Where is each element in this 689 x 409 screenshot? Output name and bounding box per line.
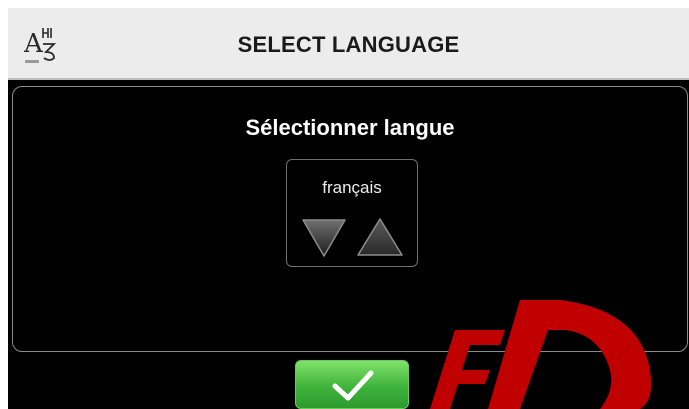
page-title: SELECT LANGUAGE bbox=[237, 32, 460, 57]
language-selector: français bbox=[286, 159, 418, 267]
triangle-up-icon bbox=[357, 218, 403, 256]
triangle-down-icon bbox=[302, 219, 346, 257]
confirm-button[interactable] bbox=[295, 360, 409, 409]
checkmark-icon bbox=[332, 370, 374, 401]
device-screen: A SELECT LANGUAGE Sélectionner langue fr… bbox=[8, 8, 689, 409]
selected-language: français bbox=[322, 178, 382, 197]
header-bar: A SELECT LANGUAGE bbox=[8, 8, 689, 80]
panel-title: Sélectionner langue bbox=[245, 115, 455, 140]
next-language-button[interactable] bbox=[356, 216, 404, 258]
language-panel: Sélectionner langue français bbox=[12, 86, 688, 352]
previous-language-button[interactable] bbox=[300, 216, 348, 258]
